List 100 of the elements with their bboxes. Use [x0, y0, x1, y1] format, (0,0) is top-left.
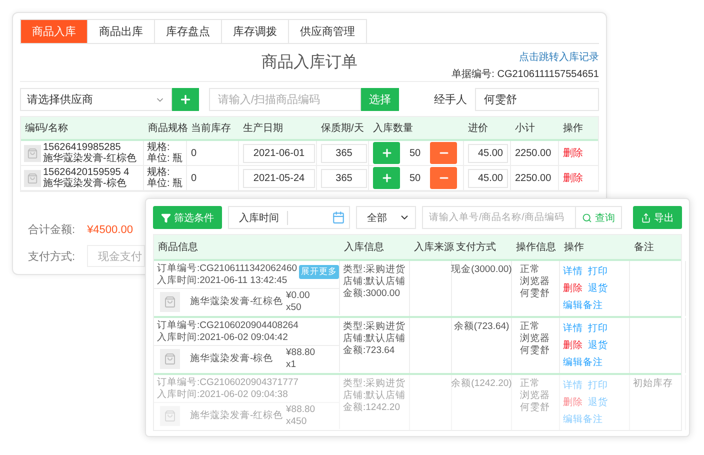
filter-icon [161, 212, 171, 222]
quantity-text: 50 [408, 172, 422, 184]
order-store: 店铺:默认店铺 [343, 276, 406, 288]
bag-icon [160, 292, 180, 312]
action-link[interactable]: 打印 [588, 265, 608, 278]
increase-button[interactable] [373, 142, 400, 164]
action-link[interactable]: 打印 [588, 322, 608, 335]
column-header: 小计 [514, 122, 536, 135]
device-text: 浏览器 [520, 333, 551, 345]
expand-button[interactable]: 展开更多 [299, 265, 340, 279]
payment-text: 余额(1242.20) [451, 378, 512, 390]
operator-text: 何雯舒 [520, 345, 551, 357]
plus-icon [179, 93, 192, 106]
tab[interactable]: 商品入库 [20, 19, 88, 43]
action-link[interactable]: 编辑备注 [563, 299, 603, 312]
order-store: 店铺:默认店铺 [343, 333, 406, 345]
product-code: 15626419985285 [43, 142, 121, 153]
date-field[interactable]: 2021-06-01 [243, 144, 315, 162]
column-header: 当前库存 [190, 122, 232, 135]
tab[interactable]: 供应商管理 [288, 19, 367, 43]
action-link[interactable]: 退货 [588, 396, 608, 409]
payment-select[interactable]: 现金支付 [87, 245, 146, 267]
increase-button[interactable] [373, 167, 400, 189]
decrease-button[interactable] [430, 142, 457, 164]
date-field[interactable]: 2021-05-24 [243, 168, 315, 188]
item-price: ¥88.80 [286, 347, 316, 359]
order-amount: 金额:3000.00 [343, 288, 401, 300]
record-link[interactable]: 点击跳转入库记录 [519, 50, 599, 64]
delete-link[interactable]: 删除 [563, 146, 583, 160]
product-name: 施华蔻染发膏-红棕色 [43, 153, 136, 164]
column-header: 备注 [633, 240, 655, 254]
delete-link[interactable]: 删除 [563, 171, 583, 185]
status-text: 正常 [520, 264, 541, 276]
order-type: 类型:采购进货 [343, 378, 406, 390]
order-number: 订单编号:CG2106111342062460 [157, 263, 298, 275]
column-header: 操作 [563, 241, 585, 254]
date-range-field[interactable]: 入库时间 [228, 206, 350, 229]
column-header: 生产日期 [242, 122, 284, 135]
price-field[interactable]: 45.00 [468, 144, 508, 162]
select-button[interactable]: 选择 [361, 88, 399, 111]
product-code: 15626420159595 4 [43, 167, 130, 178]
bag-icon [160, 406, 180, 426]
stock-cell: 0 [187, 141, 239, 165]
action-link[interactable]: 删除 [563, 396, 583, 409]
action-link[interactable]: 详情 [563, 322, 583, 335]
column-header: 保质期/天 [320, 122, 365, 135]
column-header: 操作信息 [515, 240, 557, 254]
order-time: 入库时间:2021-06-11 13:42:45 [157, 275, 288, 287]
status-select[interactable]: 全部 [356, 206, 416, 229]
share-icon [641, 212, 651, 222]
order-number: 单据编号: CG2106111157554651 [452, 68, 599, 81]
decrease-button[interactable] [430, 167, 457, 189]
quantity-text: 50 [408, 148, 422, 158]
filter-button[interactable]: 筛选条件 [153, 206, 222, 229]
action-link[interactable]: 删除 [563, 339, 583, 352]
item-quantity: x450 [286, 416, 308, 428]
item-quantity: x1 [286, 359, 298, 371]
search-field[interactable]: 请输入单号/商品名称/商品编码 查询 [422, 206, 622, 229]
product-name: 施华蔻染发膏-红棕色 [190, 410, 284, 422]
subtotal-cell: 2250.00 [511, 166, 559, 190]
add-button[interactable] [172, 88, 199, 111]
action-link[interactable]: 编辑备注 [563, 413, 603, 426]
product-name: 施华蔻染发膏-红棕色 [190, 296, 284, 308]
action-link[interactable]: 删除 [563, 282, 583, 295]
handler-field[interactable]: 何雯舒 [475, 88, 599, 111]
column-header: 编码/名称 [24, 122, 69, 135]
item-price: ¥88.80 [286, 404, 316, 416]
product-name: 施华蔻染发膏-棕色 [43, 178, 128, 189]
shelf-life-field[interactable]: 365 [321, 144, 367, 162]
page-title: 商品入库订单 [262, 52, 358, 73]
supplier-select[interactable]: 请选择供应商 [20, 88, 172, 111]
column-header: 操作 [562, 122, 584, 135]
price-field[interactable]: 45.00 [468, 168, 508, 188]
payment-text: 余额(723.64) [454, 321, 510, 333]
search-icon [582, 212, 592, 222]
status-text: 正常 [520, 378, 541, 390]
column-header: 入库数量 [372, 122, 414, 135]
payment-text: 现金(3000.00) [451, 264, 512, 276]
bag-icon [24, 170, 41, 186]
action-link[interactable]: 详情 [563, 379, 583, 392]
calendar-icon [332, 211, 345, 224]
stock-cell: 0 [187, 166, 239, 190]
action-link[interactable]: 退货 [588, 339, 608, 352]
export-button[interactable]: 导出 [633, 206, 682, 229]
order-amount: 金额:723.64 [343, 345, 396, 357]
action-link[interactable]: 详情 [563, 265, 583, 278]
shelf-life-field[interactable]: 365 [321, 168, 367, 188]
order-number: 订单编号:CG2106020904371777 [157, 377, 298, 389]
plus-icon [380, 172, 392, 184]
code-input-field[interactable]: 请输入/扫描商品编码 [209, 88, 361, 111]
order-amount: 金额:1242.20 [343, 402, 401, 414]
action-link[interactable]: 编辑备注 [563, 356, 603, 369]
bag-icon [24, 144, 41, 162]
action-link[interactable]: 退货 [588, 282, 608, 295]
status-text: 正常 [520, 321, 541, 333]
order-time: 入库时间:2021-06-02 09:04:38 [157, 389, 289, 401]
order-time: 入库时间:2021-06-02 09:04:42 [157, 332, 289, 344]
action-link[interactable]: 打印 [588, 379, 608, 392]
bag-icon [160, 349, 180, 369]
column-header: 支付方式 [455, 240, 497, 254]
